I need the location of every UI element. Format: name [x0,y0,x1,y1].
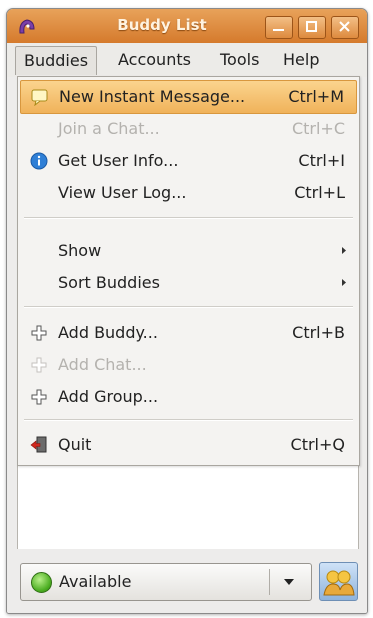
menu-item-add-group[interactable]: Add Group... [20,381,357,413]
menu-item-shortcut: Ctrl+M [288,87,344,106]
menu-item-label: Quit [58,435,92,454]
add-icon [31,357,47,373]
menu-item-new-instant-message[interactable]: New Instant Message... Ctrl+M [20,80,357,114]
menu-item-label: Add Chat... [58,355,147,374]
status-bar: Available [7,549,367,613]
maximize-button[interactable] [298,16,326,39]
buddy-icon-button[interactable] [319,562,358,601]
menu-item-sort-buddies[interactable]: Sort Buddies [20,267,357,299]
buddy-list-window: Buddy List Buddies Accounts Tools Help N… [6,8,368,614]
menu-accounts-label: Accounts [118,50,191,69]
menu-item-shortcut: Ctrl+C [291,119,345,138]
chevron-down-icon [284,579,294,585]
menu-separator [24,419,353,421]
menu-item-shortcut: Ctrl+I [298,151,345,170]
menu-item-get-user-info[interactable]: Get User Info... Ctrl+I [20,145,357,177]
menu-item-shortcut: Ctrl+Q [290,435,345,454]
buddy-list-area[interactable] [17,464,359,549]
minimize-icon [273,29,284,31]
menu-item-add-buddy[interactable]: Add Buddy... Ctrl+B [20,317,357,349]
menu-item-show[interactable]: Show [20,235,357,267]
menu-item-quit[interactable]: Quit Ctrl+Q [20,429,357,461]
menu-buddies[interactable]: Buddies [15,46,98,75]
menu-help[interactable]: Help [275,46,327,74]
menu-separator [24,217,353,219]
info-icon [30,152,48,170]
buddies-dropdown-menu: New Instant Message... Ctrl+M Join a Cha… [17,76,360,466]
close-button[interactable] [331,16,359,39]
maximize-icon [306,21,317,32]
submenu-arrow-icon [342,247,346,254]
avatar-icon [323,570,355,596]
menu-help-label: Help [283,50,320,69]
title-bar[interactable]: Buddy List [7,9,367,44]
menu-item-join-chat: Join a Chat... Ctrl+C [20,113,357,145]
menu-item-label: Sort Buddies [58,273,160,292]
menu-tools-label: Tools [220,50,260,69]
submenu-arrow-icon [342,279,346,286]
menu-bar: Buddies Accounts Tools Help [7,43,367,77]
menu-accounts[interactable]: Accounts [110,46,199,74]
close-icon [339,21,350,32]
menu-item-label: Add Buddy... [58,323,158,342]
menu-item-shortcut: Ctrl+B [292,323,345,342]
menu-tools[interactable]: Tools [212,46,267,74]
add-icon [31,325,47,341]
combo-divider [269,569,270,595]
pidgin-app-icon [19,19,35,34]
menu-buddies-label: Buddies [24,51,89,70]
status-selector[interactable]: Available [20,563,312,601]
minimize-button[interactable] [265,16,293,39]
status-label: Available [59,572,132,591]
menu-item-label: New Instant Message... [59,87,246,106]
menu-item-label: View User Log... [58,183,187,202]
menu-separator [24,306,353,308]
menu-item-label: Add Group... [58,387,159,406]
menu-item-label: Show [58,241,102,260]
available-dot-icon [31,572,52,593]
add-icon [31,389,47,405]
menu-item-label: Join a Chat... [58,119,160,138]
quit-icon [30,436,47,453]
window-title: Buddy List [117,16,207,34]
menu-item-view-user-log[interactable]: View User Log... Ctrl+L [20,177,357,209]
menu-item-shortcut: Ctrl+L [294,183,345,202]
new-message-icon [31,89,48,106]
menu-item-label: Get User Info... [58,151,179,170]
menu-item-add-chat: Add Chat... [20,349,357,381]
